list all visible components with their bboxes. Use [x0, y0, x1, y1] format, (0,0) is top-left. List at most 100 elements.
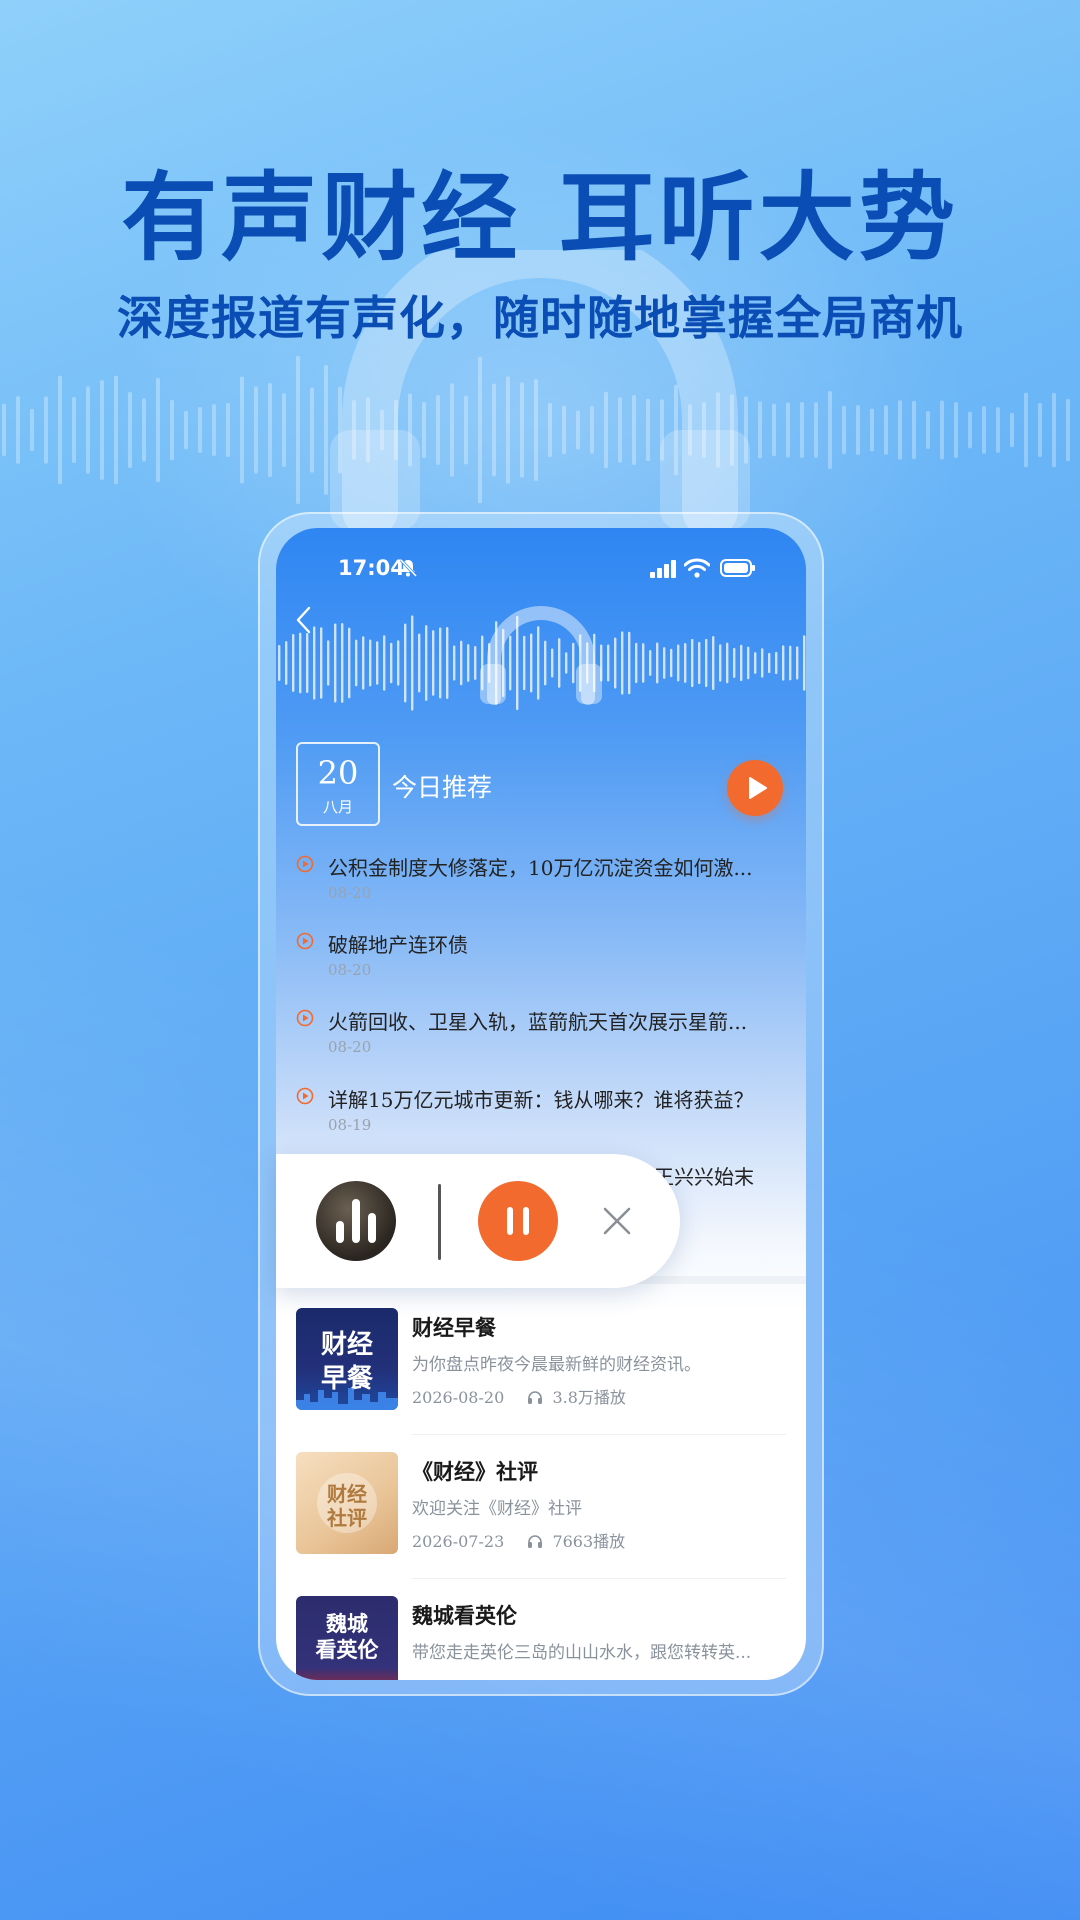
wave-bar — [772, 403, 776, 457]
album-card[interactable]: 财经 早餐 财经早餐 为你盘点昨夜今晨最新鲜的财经资讯。 2026-08-20 … — [276, 1308, 806, 1436]
wave-bar — [782, 645, 785, 681]
album-play-count: 7663播放 — [552, 1532, 626, 1551]
row-divider — [412, 1434, 786, 1435]
headphones-icon — [528, 1391, 543, 1404]
wave-bar — [814, 402, 818, 458]
list-item[interactable]: 公积金制度大修落定，10万亿沉淀资金如何激... 08-20 — [276, 852, 806, 922]
wave-bar — [432, 630, 435, 696]
wave-bar — [376, 641, 379, 685]
skyline-graphic — [296, 1388, 398, 1410]
album-title: 财经早餐 — [412, 1315, 496, 1340]
wave-bar — [1052, 392, 1056, 468]
wave-bar — [128, 391, 132, 469]
bell-muted-icon — [399, 558, 418, 578]
item-date: 08-20 — [328, 961, 372, 979]
wave-bar — [425, 625, 428, 701]
wave-bar — [677, 644, 680, 682]
item-date: 08-20 — [328, 1038, 372, 1056]
wave-bar — [285, 641, 288, 685]
wave-bar — [397, 640, 400, 686]
player-divider — [438, 1184, 441, 1260]
header-headphone-icon — [480, 606, 602, 705]
date-badge: 20 八月 — [296, 742, 380, 826]
play-circle-icon — [296, 1009, 314, 1027]
close-icon[interactable] — [602, 1206, 632, 1236]
wave-bar — [754, 652, 757, 674]
list-item[interactable]: 火箭回收、卫星入轨，蓝箭航天首次展示星箭... 08-20 — [276, 1006, 806, 1076]
pause-icon — [507, 1207, 529, 1235]
wave-bar — [768, 652, 771, 674]
audio-bars-icon — [336, 1199, 376, 1243]
album-card[interactable]: 财经 社评 《财经》社评 欢迎关注《财经》社评 2026-07-23 7663播… — [276, 1452, 806, 1580]
wave-bar — [355, 639, 358, 687]
album-meta: 2026-08-20 3.8万播放 — [412, 1384, 626, 1408]
pause-button[interactable] — [478, 1181, 558, 1261]
wave-bar — [1038, 402, 1042, 458]
album-cover: 财经 早餐 — [296, 1308, 398, 1410]
item-title: 火箭回收、卫星入轨，蓝箭航天首次展示星箭... — [328, 1010, 748, 1034]
wave-bar — [324, 364, 328, 496]
list-item[interactable]: 破解地产连环债 08-20 — [276, 929, 806, 999]
wave-bar — [954, 401, 958, 459]
list-item[interactable]: 详解15万亿元城市更新：钱从哪来？谁将获益？ 08-19 — [276, 1084, 806, 1154]
album-cover: 魏城 看英伦 — [296, 1596, 398, 1680]
album-meta: 2026-07-23 7663播放 — [412, 1528, 625, 1552]
mini-player — [276, 1154, 680, 1288]
wave-bar — [940, 400, 944, 460]
cover-text: 社评 — [327, 1506, 367, 1530]
wave-bar — [299, 632, 302, 694]
play-circle-icon — [296, 1087, 314, 1105]
battery-icon — [720, 559, 755, 577]
wave-bar — [747, 646, 750, 680]
wave-bar — [628, 631, 631, 695]
play-all-button[interactable] — [727, 760, 783, 816]
cover-text: 财经 — [320, 1330, 373, 1360]
item-date: 08-19 — [328, 1116, 372, 1134]
album-cover: 财经 社评 — [296, 1452, 398, 1554]
wave-bar — [334, 623, 337, 703]
wave-bar — [786, 402, 790, 458]
wave-bar — [411, 615, 414, 711]
wave-bar — [240, 376, 244, 484]
wave-bar — [796, 646, 799, 680]
album-date: 2026-08-20 — [412, 1388, 505, 1407]
wave-bar — [44, 396, 48, 464]
album-description: 带您走走英伦三岛的山山水水，跟您转转英... — [412, 1643, 752, 1663]
wave-bar — [460, 640, 463, 686]
wave-bar — [733, 647, 736, 679]
wave-bar — [292, 634, 295, 692]
wave-bar — [614, 637, 617, 689]
wave-bar — [156, 377, 160, 483]
wifi-icon — [684, 558, 710, 578]
wave-bar — [296, 355, 300, 505]
wave-bar — [369, 639, 372, 687]
wave-bar — [320, 627, 323, 699]
wave-bar — [212, 404, 216, 456]
wave-bar — [663, 647, 666, 679]
wave-bar — [607, 644, 610, 682]
wave-bar — [282, 392, 286, 468]
wave-bar — [142, 398, 146, 462]
headphones-icon — [528, 1535, 543, 1548]
album-card[interactable]: 魏城 看英伦 魏城看英伦 带您走走英伦三岛的山山水水，跟您转转英... — [276, 1596, 806, 1680]
wave-bar — [390, 642, 393, 684]
play-icon — [749, 777, 767, 799]
wave-bar — [72, 396, 76, 464]
wave-bar — [341, 623, 344, 703]
wave-bar — [842, 405, 846, 455]
album-play-count: 3.8万播放 — [552, 1388, 626, 1407]
wave-bar — [86, 386, 90, 474]
wave-bar — [16, 396, 20, 464]
item-title: 破解地产连环债 — [328, 933, 468, 957]
wave-bar — [446, 627, 449, 699]
section-title: 今日推荐 — [392, 773, 493, 802]
wave-bar — [310, 387, 314, 473]
now-playing-cover[interactable] — [316, 1181, 396, 1261]
wave-bar — [789, 645, 792, 681]
wave-bar — [898, 400, 902, 460]
wave-bar — [383, 635, 386, 691]
wave-bar — [982, 406, 986, 454]
wave-bar — [684, 643, 687, 683]
wave-bar — [712, 635, 715, 691]
wave-bar — [691, 638, 694, 688]
